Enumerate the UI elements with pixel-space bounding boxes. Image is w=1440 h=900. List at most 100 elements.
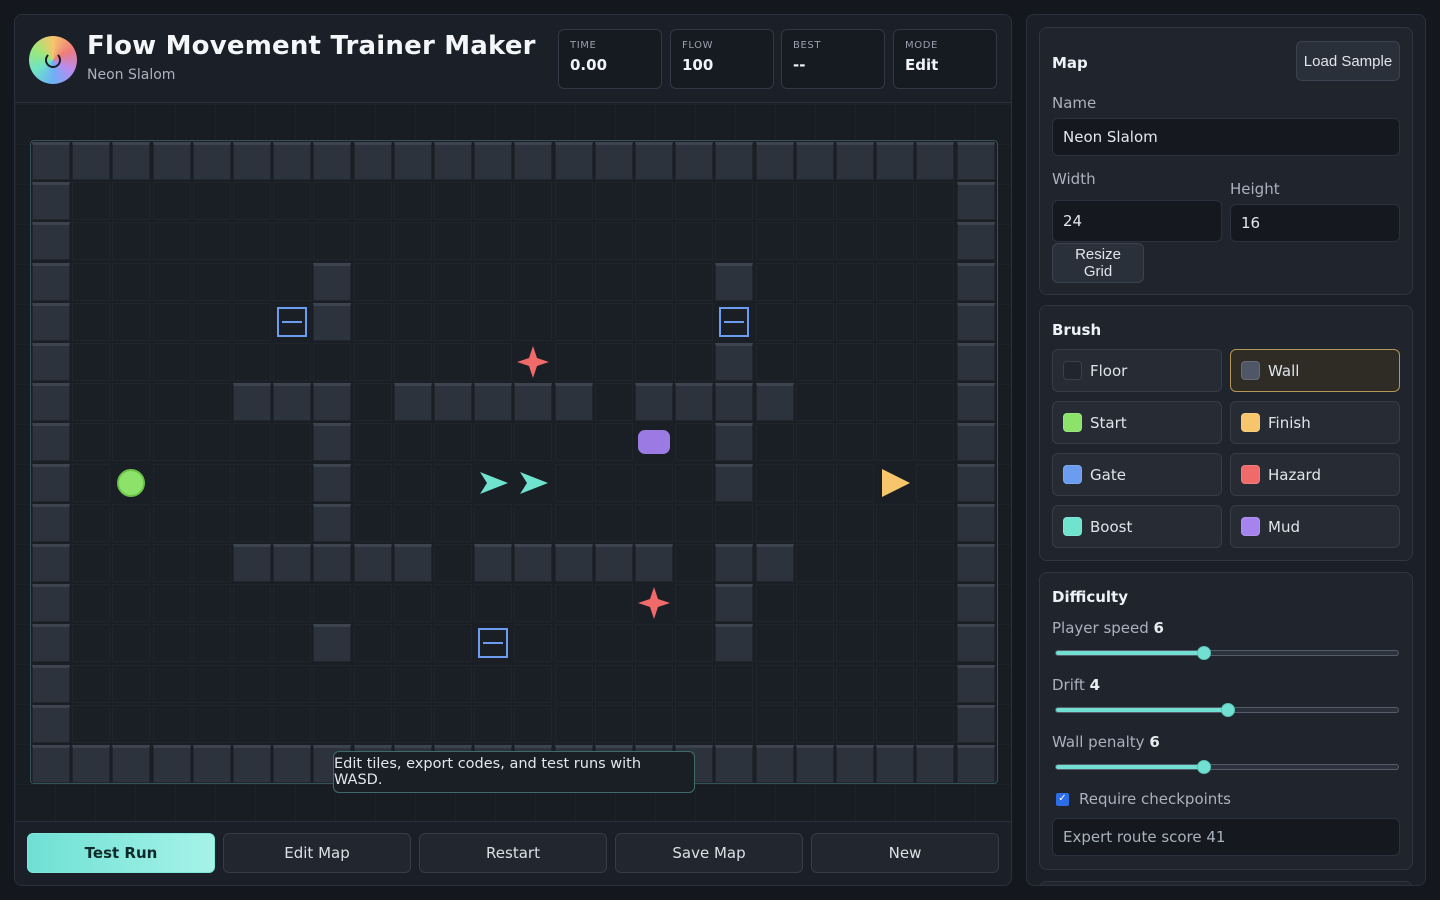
floor-tile[interactable] bbox=[193, 624, 231, 662]
floor-tile[interactable] bbox=[555, 705, 593, 743]
floor-tile[interactable] bbox=[193, 705, 231, 743]
floor-tile[interactable] bbox=[876, 423, 914, 461]
floor-tile[interactable] bbox=[72, 665, 110, 703]
floor-tile[interactable] bbox=[595, 584, 633, 622]
floor-tile[interactable] bbox=[675, 624, 713, 662]
floor-tile[interactable] bbox=[434, 464, 472, 502]
wall-tile[interactable] bbox=[32, 142, 70, 180]
wall-tile[interactable] bbox=[715, 423, 754, 462]
floor-tile[interactable] bbox=[72, 303, 110, 341]
test-run-button[interactable]: Test Run bbox=[27, 833, 215, 873]
floor-tile[interactable] bbox=[514, 423, 552, 461]
floor-tile[interactable] bbox=[474, 263, 512, 301]
floor-tile[interactable] bbox=[273, 624, 311, 662]
wall-tile[interactable] bbox=[474, 142, 513, 180]
floor-tile[interactable] bbox=[555, 222, 593, 260]
floor-tile[interactable] bbox=[233, 705, 271, 743]
wall-tile[interactable] bbox=[795, 142, 834, 180]
floor-tile[interactable] bbox=[153, 504, 191, 542]
floor-tile[interactable] bbox=[394, 182, 432, 220]
floor-tile[interactable] bbox=[434, 584, 472, 622]
floor-tile[interactable] bbox=[193, 544, 231, 582]
floor-tile[interactable] bbox=[394, 584, 432, 622]
wall-tile[interactable] bbox=[192, 745, 231, 783]
floor-tile[interactable] bbox=[836, 504, 874, 542]
drift-slider[interactable] bbox=[1055, 703, 1399, 717]
wall-tile[interactable] bbox=[32, 302, 70, 341]
wall-tile[interactable] bbox=[956, 383, 995, 422]
floor-tile[interactable] bbox=[876, 383, 914, 421]
wall-tile[interactable] bbox=[956, 262, 995, 301]
floor-tile[interactable] bbox=[756, 343, 794, 381]
wall-tile[interactable] bbox=[755, 142, 794, 180]
floor-tile[interactable] bbox=[394, 343, 432, 381]
wall-tile[interactable] bbox=[32, 664, 70, 703]
floor-tile[interactable] bbox=[756, 624, 794, 662]
floor-tile[interactable] bbox=[796, 423, 834, 461]
floor-tile[interactable] bbox=[796, 343, 834, 381]
floor-tile[interactable] bbox=[796, 504, 834, 542]
wall-tile[interactable] bbox=[32, 745, 70, 783]
floor-tile[interactable] bbox=[394, 222, 432, 260]
floor-tile[interactable] bbox=[233, 584, 271, 622]
floor-tile[interactable] bbox=[394, 263, 432, 301]
floor-tile[interactable] bbox=[876, 222, 914, 260]
floor-tile[interactable] bbox=[354, 705, 392, 743]
wall-tile[interactable] bbox=[32, 383, 70, 422]
floor-tile[interactable] bbox=[112, 544, 150, 582]
floor-tile[interactable] bbox=[675, 665, 713, 703]
floor-tile[interactable] bbox=[474, 705, 512, 743]
edit-map-button[interactable]: Edit Map bbox=[223, 833, 411, 873]
floor-tile[interactable] bbox=[876, 343, 914, 381]
floor-tile[interactable] bbox=[514, 303, 552, 341]
wall-tile[interactable] bbox=[514, 544, 553, 582]
wall-tile[interactable] bbox=[353, 544, 392, 582]
height-input[interactable]: 16 bbox=[1230, 204, 1400, 242]
resize-grid-button[interactable]: Resize Grid bbox=[1052, 243, 1144, 283]
wall-tile[interactable] bbox=[152, 745, 191, 783]
floor-tile[interactable] bbox=[595, 423, 633, 461]
floor-tile[interactable] bbox=[354, 303, 392, 341]
floor-tile[interactable] bbox=[756, 705, 794, 743]
floor-tile[interactable] bbox=[514, 584, 552, 622]
map-name-input[interactable]: Neon Slalom bbox=[1052, 118, 1400, 156]
floor-tile[interactable] bbox=[112, 504, 150, 542]
floor-tile[interactable] bbox=[836, 222, 874, 260]
floor-tile[interactable] bbox=[354, 464, 392, 502]
floor-tile[interactable] bbox=[193, 464, 231, 502]
floor-tile[interactable] bbox=[474, 222, 512, 260]
wall-tile[interactable] bbox=[956, 142, 995, 180]
floor-tile[interactable] bbox=[675, 504, 713, 542]
floor-tile[interactable] bbox=[514, 504, 552, 542]
slider-thumb[interactable] bbox=[1221, 703, 1235, 717]
floor-tile[interactable] bbox=[72, 504, 110, 542]
floor-tile[interactable] bbox=[72, 222, 110, 260]
floor-tile[interactable] bbox=[153, 182, 191, 220]
wall-tile[interactable] bbox=[755, 745, 794, 783]
floor-tile[interactable] bbox=[635, 705, 673, 743]
floor-tile[interactable] bbox=[434, 705, 472, 743]
wall-tile[interactable] bbox=[715, 383, 754, 422]
floor-tile[interactable] bbox=[474, 504, 512, 542]
floor-tile[interactable] bbox=[836, 423, 874, 461]
floor-tile[interactable] bbox=[273, 705, 311, 743]
wall-tile[interactable] bbox=[554, 544, 593, 582]
wall-tile[interactable] bbox=[233, 383, 271, 422]
floor-tile[interactable] bbox=[434, 222, 472, 260]
floor-tile[interactable] bbox=[916, 504, 954, 542]
floor-tile[interactable] bbox=[394, 303, 432, 341]
slider-thumb[interactable] bbox=[1196, 646, 1211, 660]
floor-tile[interactable] bbox=[313, 182, 351, 220]
floor-tile[interactable] bbox=[756, 423, 794, 461]
floor-tile[interactable] bbox=[273, 464, 311, 502]
floor-tile[interactable] bbox=[434, 624, 472, 662]
floor-tile[interactable] bbox=[555, 423, 593, 461]
floor-tile[interactable] bbox=[233, 665, 271, 703]
floor-tile[interactable] bbox=[474, 343, 512, 381]
floor-tile[interactable] bbox=[916, 584, 954, 622]
wall-tile[interactable] bbox=[916, 745, 955, 783]
player-speed-slider[interactable] bbox=[1055, 646, 1399, 660]
floor-tile[interactable] bbox=[635, 665, 673, 703]
wall-tile[interactable] bbox=[514, 142, 553, 180]
floor-tile[interactable] bbox=[555, 182, 593, 220]
